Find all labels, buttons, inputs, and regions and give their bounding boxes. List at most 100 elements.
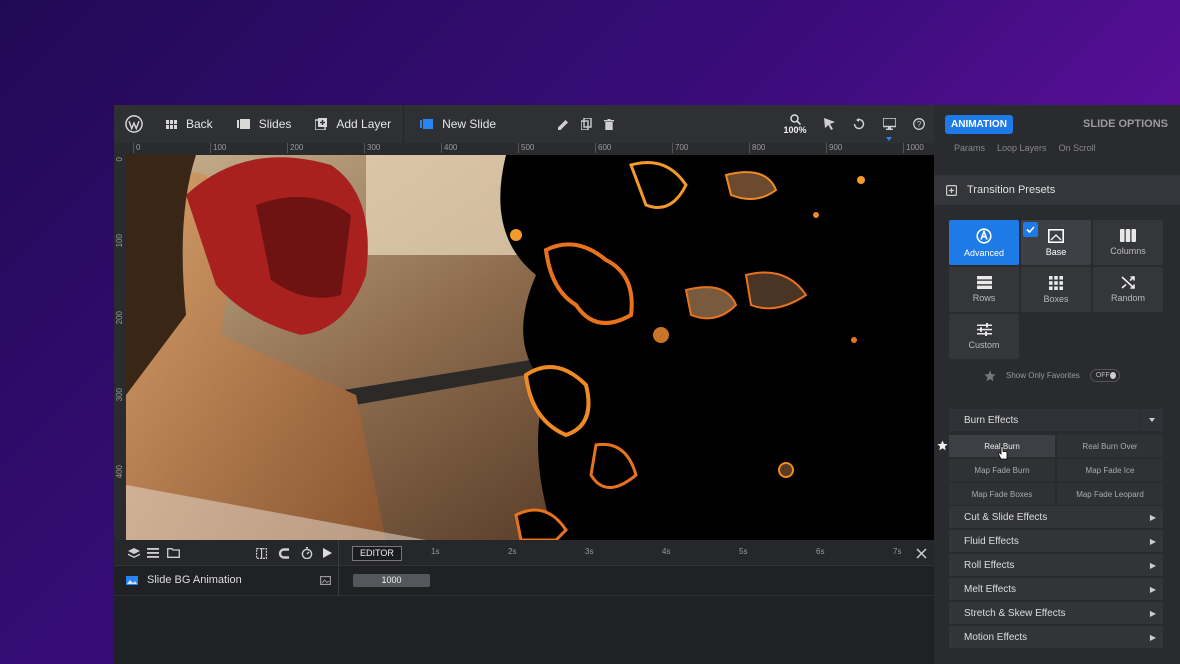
ruler-tick: 400 — [115, 465, 124, 479]
preset-map-fade-burn[interactable]: Map Fade Burn — [949, 459, 1055, 481]
editor-button[interactable]: EDITOR — [352, 546, 402, 561]
panel-header: ANIMATION SLIDE OPTIONS — [934, 105, 1180, 143]
boxes-icon — [1049, 275, 1063, 290]
transition-type-grid: Advanced Base Columns Rows Boxes Random … — [949, 220, 1163, 359]
help-icon: ? — [913, 118, 925, 130]
type-rows-button[interactable]: Rows — [949, 267, 1019, 312]
layer-name: Slide BG Animation — [147, 574, 242, 586]
burn-presets-list: Real Burn Real Burn Over Map Fade Burn M… — [949, 435, 1163, 507]
layer-duration-bar[interactable]: 1000 — [353, 574, 430, 587]
toggle-knob — [1109, 372, 1116, 379]
timeline-divider — [338, 566, 339, 596]
rows-icon — [976, 276, 992, 289]
timeline-header: EDITOR 1s 2s 3s 4s 5s 6s 7s — [114, 540, 934, 596]
grid-snap-icon — [255, 547, 267, 559]
type-custom-button[interactable]: Custom — [949, 314, 1019, 359]
timeline-tick: 3s — [585, 547, 594, 556]
wordpress-icon — [125, 115, 143, 133]
top-toolbar: Back Slides Add Layer New Slide 100% ? — [114, 105, 934, 143]
type-label: Rows — [972, 293, 996, 303]
transition-presets-header[interactable]: Transition Presets — [934, 175, 1180, 205]
slide-canvas[interactable] — [126, 155, 934, 540]
timeline-tick: 4s — [662, 547, 671, 556]
preset-real-burn[interactable]: Real Burn — [949, 435, 1055, 460]
transition-presets-title: Transition Presets — [967, 184, 1056, 196]
favorites-filter: Show Only Favorites OFF — [984, 369, 1120, 382]
category-label: Roll Effects — [964, 559, 1015, 571]
toggle-state: OFF — [1095, 372, 1110, 379]
chevron-down-icon — [886, 137, 892, 141]
category-label: Motion Effects — [964, 631, 1028, 643]
subtab-params[interactable]: Params — [954, 143, 985, 153]
add-layer-button[interactable]: Add Layer — [303, 105, 403, 143]
timeline-panel: EDITOR 1s 2s 3s 4s 5s 6s 7s Slide BG Animation… — [114, 540, 934, 664]
favorites-toggle[interactable]: OFF — [1089, 369, 1120, 382]
slider-editor-window: Back Slides Add Layer New Slide 100% ? 0… — [114, 105, 1180, 664]
back-button[interactable]: Back — [154, 105, 225, 143]
ruler-tick: 200 — [287, 143, 303, 153]
svg-text:?: ? — [917, 120, 922, 129]
chevron-right-icon: ▶ — [1149, 560, 1156, 570]
hand-cursor-icon — [998, 446, 1008, 460]
chevron-right-icon: ▶ — [1149, 608, 1156, 618]
type-columns-button[interactable]: Columns — [1093, 220, 1163, 265]
slides-button[interactable]: Slides — [225, 105, 304, 143]
favorites-label: Show Only Favorites — [1006, 371, 1080, 380]
ruler-tick: 500 — [518, 143, 534, 153]
close-icon — [915, 547, 927, 559]
help-button[interactable]: ? — [904, 105, 934, 143]
preset-map-fade-leopard[interactable]: Map Fade Leopard — [1057, 483, 1163, 505]
category-cut-slide-effects[interactable]: Cut & Slide Effects ▶ — [949, 506, 1163, 528]
duplicate-button[interactable] — [578, 105, 594, 143]
subtab-loop-layers[interactable]: Loop Layers — [997, 143, 1047, 153]
chevron-down-icon[interactable] — [1139, 409, 1163, 431]
zoom-level: 100% — [783, 124, 807, 135]
type-random-button[interactable]: Random — [1093, 267, 1163, 312]
wordpress-logo-button[interactable] — [114, 105, 154, 143]
magnet-icon — [278, 547, 289, 559]
ruler-tick: 100 — [210, 143, 226, 153]
favorite-star-icon[interactable] — [937, 440, 948, 451]
subtab-on-scroll[interactable]: On Scroll — [1059, 143, 1096, 153]
play-icon — [322, 548, 332, 558]
zoom-control[interactable]: 100% — [776, 113, 814, 135]
slide-background-image — [126, 155, 934, 540]
ruler-tick: 0 — [133, 143, 140, 153]
category-melt-effects[interactable]: Melt Effects ▶ — [949, 578, 1163, 600]
device-preview-button[interactable] — [874, 105, 904, 143]
preset-label: Map Fade Ice — [1085, 465, 1135, 475]
select-tool-button[interactable] — [814, 105, 844, 143]
delete-button[interactable] — [594, 105, 624, 143]
category-label: Fluid Effects — [964, 535, 1019, 547]
undo-button[interactable] — [844, 105, 874, 143]
slide-selector[interactable]: New Slide — [404, 105, 534, 143]
ruler-tick: 800 — [749, 143, 765, 153]
category-motion-effects[interactable]: Motion Effects ▶ — [949, 626, 1163, 648]
preset-real-burn-over[interactable]: Real Burn Over — [1057, 435, 1163, 457]
tab-slide-options[interactable]: SLIDE OPTIONS — [1083, 118, 1168, 130]
preset-map-fade-boxes[interactable]: Map Fade Boxes — [949, 483, 1055, 505]
rename-button[interactable] — [548, 105, 578, 143]
ruler-tick: 700 — [672, 143, 688, 153]
ruler-tick: 1000 — [903, 143, 924, 153]
category-fluid-effects[interactable]: Fluid Effects ▶ — [949, 530, 1163, 552]
type-label: Boxes — [1043, 293, 1069, 304]
category-label: Melt Effects — [964, 583, 1017, 595]
category-stretch-skew-effects[interactable]: Stretch & Skew Effects ▶ — [949, 602, 1163, 624]
desktop-icon — [882, 118, 896, 130]
chevron-right-icon: ▶ — [1149, 584, 1156, 594]
timeline-tick: 2s — [508, 547, 517, 556]
timeline-tick: 1s — [431, 547, 440, 556]
type-boxes-button[interactable]: Boxes — [1021, 267, 1091, 312]
type-base-button[interactable]: Base — [1021, 220, 1091, 265]
tab-animation[interactable]: ANIMATION — [945, 114, 1013, 134]
preset-map-fade-ice[interactable]: Map Fade Ice — [1057, 459, 1163, 481]
category-burn-effects[interactable]: Burn Effects — [949, 409, 1163, 431]
type-advanced-button[interactable]: Advanced — [949, 220, 1019, 265]
preset-label: Map Fade Boxes — [971, 489, 1033, 499]
timeline-layer-row[interactable]: Slide BG Animation 1000 — [114, 566, 934, 596]
timeline-tick: 5s — [739, 547, 748, 556]
category-roll-effects[interactable]: Roll Effects ▶ — [949, 554, 1163, 576]
undo-icon — [853, 118, 865, 130]
ruler-tick: 100 — [115, 234, 124, 248]
